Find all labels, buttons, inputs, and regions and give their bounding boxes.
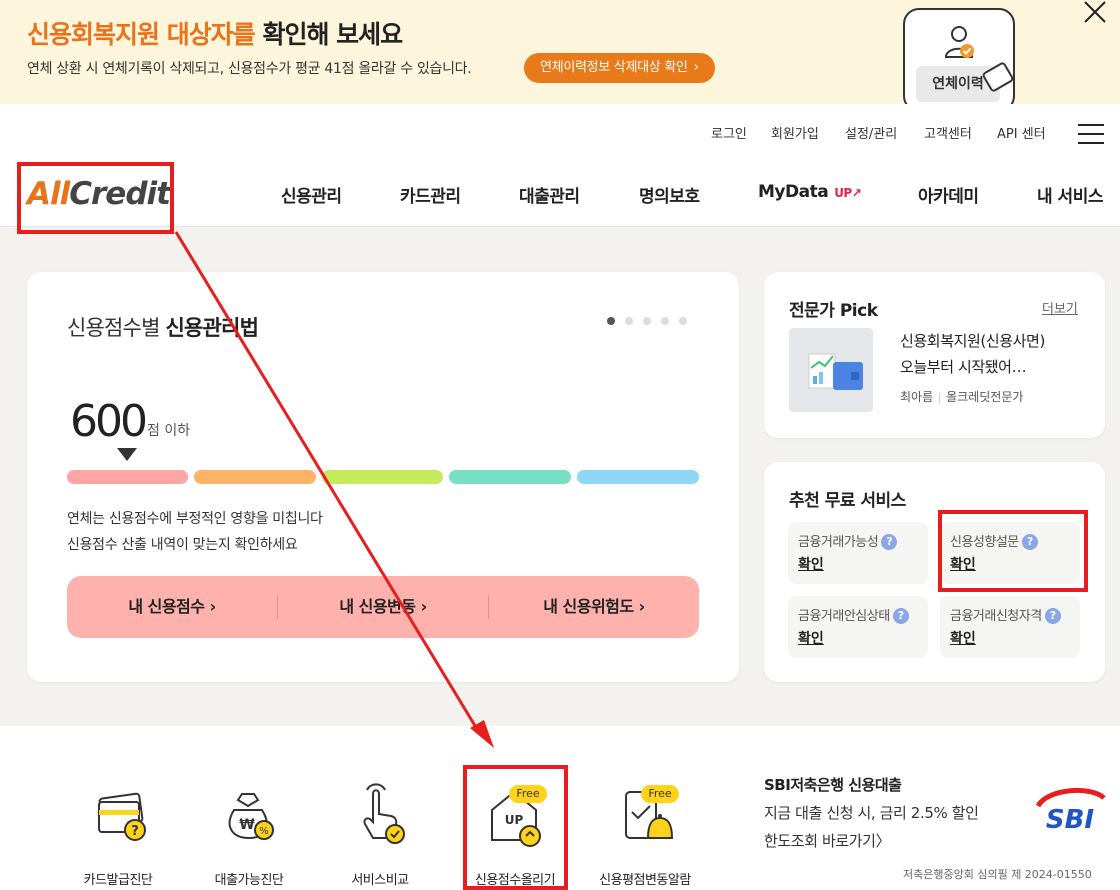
nav-mydata[interactable]: MyData UP↗: [758, 182, 862, 202]
credit-guide-card: 신용점수별 신용관리법 600 점 이하 연체는 신용점수에 부정적인 영향을 …: [27, 272, 739, 682]
sbi-ad-title[interactable]: SBI저축은행 신용대출: [764, 774, 902, 795]
annotation-box-score-up: [463, 765, 568, 890]
confirm-link[interactable]: 확인: [798, 554, 824, 574]
sbi-ad-line-1[interactable]: 지금 대출 신청 시, 금리 2.5% 할인: [764, 802, 979, 823]
api-center-link[interactable]: API 센터: [997, 123, 1046, 142]
promo-banner[interactable]: 신용회복지원 대상자를 확인해 보세요 연체 상환 시 연체기록이 삭제되고, …: [0, 0, 1120, 104]
expert-pick-title: 전문가 Pick: [789, 301, 878, 321]
svg-text:SBI: SBI: [1046, 805, 1095, 834]
person-check-icon: [944, 26, 974, 58]
login-link[interactable]: 로그인: [711, 123, 747, 142]
service-financial-eligibility[interactable]: 금융거래신청자격? 확인: [940, 596, 1080, 658]
article-title-line-2[interactable]: 오늘부터 시작됐어…: [900, 356, 1027, 377]
service-financial-possibility[interactable]: 금융거래가능성? 확인: [788, 522, 928, 584]
score-bar-3: [322, 470, 443, 484]
quick-card-diagnosis[interactable]: ? 카드발급진단: [68, 780, 168, 888]
score-bar-4: [449, 470, 571, 484]
guide-line-2: 신용점수 산출 내역이 맞는지 확인하세요: [67, 537, 298, 553]
help-icon[interactable]: ?: [1044, 608, 1061, 624]
sbi-logo: SBI: [1035, 787, 1106, 834]
nav-academy[interactable]: 아카데미: [918, 182, 979, 207]
guide-line-1: 연체는 신용점수에 부정적인 영향을 미칩니다: [67, 511, 323, 527]
sbi-ad-link[interactable]: 한도조회 바로가기〉: [764, 830, 891, 851]
score-value: 600: [70, 396, 148, 447]
customer-center-link[interactable]: 고객센터: [924, 123, 972, 142]
annotation-box-credit-survey: [938, 510, 1088, 592]
nav-my-services[interactable]: 내 서비스: [1037, 182, 1103, 207]
my-credit-score-button[interactable]: 내 신용점수 ›: [67, 576, 277, 638]
loan-bag-icon: ₩ %: [228, 793, 274, 840]
score-pointer-icon: [117, 448, 137, 461]
carousel-dots[interactable]: [607, 310, 697, 329]
utility-nav: 로그인 회원가입 설정/관리 고객센터 API 센터: [0, 123, 1120, 143]
score-unit: 점 이하: [147, 423, 191, 439]
article-title-line-1[interactable]: 신용회복지원(신용사면): [900, 330, 1045, 351]
service-financial-safety[interactable]: 금융거래안심상태? 확인: [788, 596, 928, 658]
signup-link[interactable]: 회원가입: [771, 123, 819, 142]
score-bar-2: [194, 470, 316, 484]
phone-illustration: 연체이력: [903, 8, 1015, 104]
free-badge: Free: [641, 785, 679, 803]
more-link[interactable]: 더보기: [1042, 298, 1078, 317]
annotation-box-logo: [17, 162, 174, 234]
menu-icon[interactable]: [1078, 124, 1104, 144]
hand-tap-icon: [363, 783, 405, 844]
help-icon[interactable]: ?: [881, 534, 898, 550]
my-credit-risk-button[interactable]: 내 신용위험도 ›: [489, 576, 699, 638]
banner-cta-button[interactable]: 연체이력정보 삭제대상 확인 ›: [524, 53, 715, 83]
quick-service-compare[interactable]: 서비스비교: [330, 780, 430, 888]
score-bar-5: [577, 470, 699, 484]
free-services-title: 추천 무료 서비스: [789, 491, 906, 511]
settings-link[interactable]: 설정/관리: [845, 123, 897, 142]
card-diagnosis-icon: ?: [98, 792, 146, 841]
expert-pick-card[interactable]: 전문가 Pick 더보기 신용회복지원(신용사면) 오늘부터 시작됐어… 최아름…: [764, 272, 1105, 438]
article-thumbnail[interactable]: [789, 328, 873, 412]
chevron-right-icon: ›: [693, 60, 699, 75]
credit-actions: 내 신용점수 › 내 신용변동 › 내 신용위험도 ›: [67, 576, 699, 638]
quick-loan-diagnosis[interactable]: ₩ % 대출가능진단: [199, 780, 299, 888]
credit-guide-title: 신용점수별 신용관리법: [67, 316, 259, 340]
nav-credit-management[interactable]: 신용관리: [281, 182, 342, 207]
nav-card-management[interactable]: 카드관리: [400, 182, 461, 207]
help-icon[interactable]: ?: [892, 608, 909, 624]
banner-title: 신용회복지원 대상자를 확인해 보세요: [27, 20, 403, 49]
quick-score-alarm[interactable]: Free 신용평점변동알람: [595, 780, 695, 888]
nav-identity-protection[interactable]: 명의보호: [639, 182, 700, 207]
confirm-link[interactable]: 확인: [798, 628, 824, 648]
svg-text:?: ?: [131, 824, 139, 839]
score-bar-1: [67, 470, 188, 484]
svg-text:₩: ₩: [239, 817, 255, 833]
svg-text:%: %: [259, 826, 269, 837]
nav-loan-management[interactable]: 대출관리: [519, 182, 580, 207]
article-author: 최아름 올크레딧전문가: [900, 390, 1024, 404]
my-credit-change-button[interactable]: 내 신용변동 ›: [278, 576, 488, 638]
banner-description: 연체 상환 시 연체기록이 삭제되고, 신용점수가 평균 41점 올라갈 수 있…: [27, 61, 472, 77]
chart-wallet-icon: [808, 353, 863, 390]
up-arrow-icon: UP↗: [834, 186, 862, 200]
confirm-link[interactable]: 확인: [950, 628, 976, 648]
close-icon[interactable]: [1083, 0, 1107, 24]
sbi-ad-notice: 저축은행중앙회 심의필 제 2024-01550: [903, 868, 1092, 881]
